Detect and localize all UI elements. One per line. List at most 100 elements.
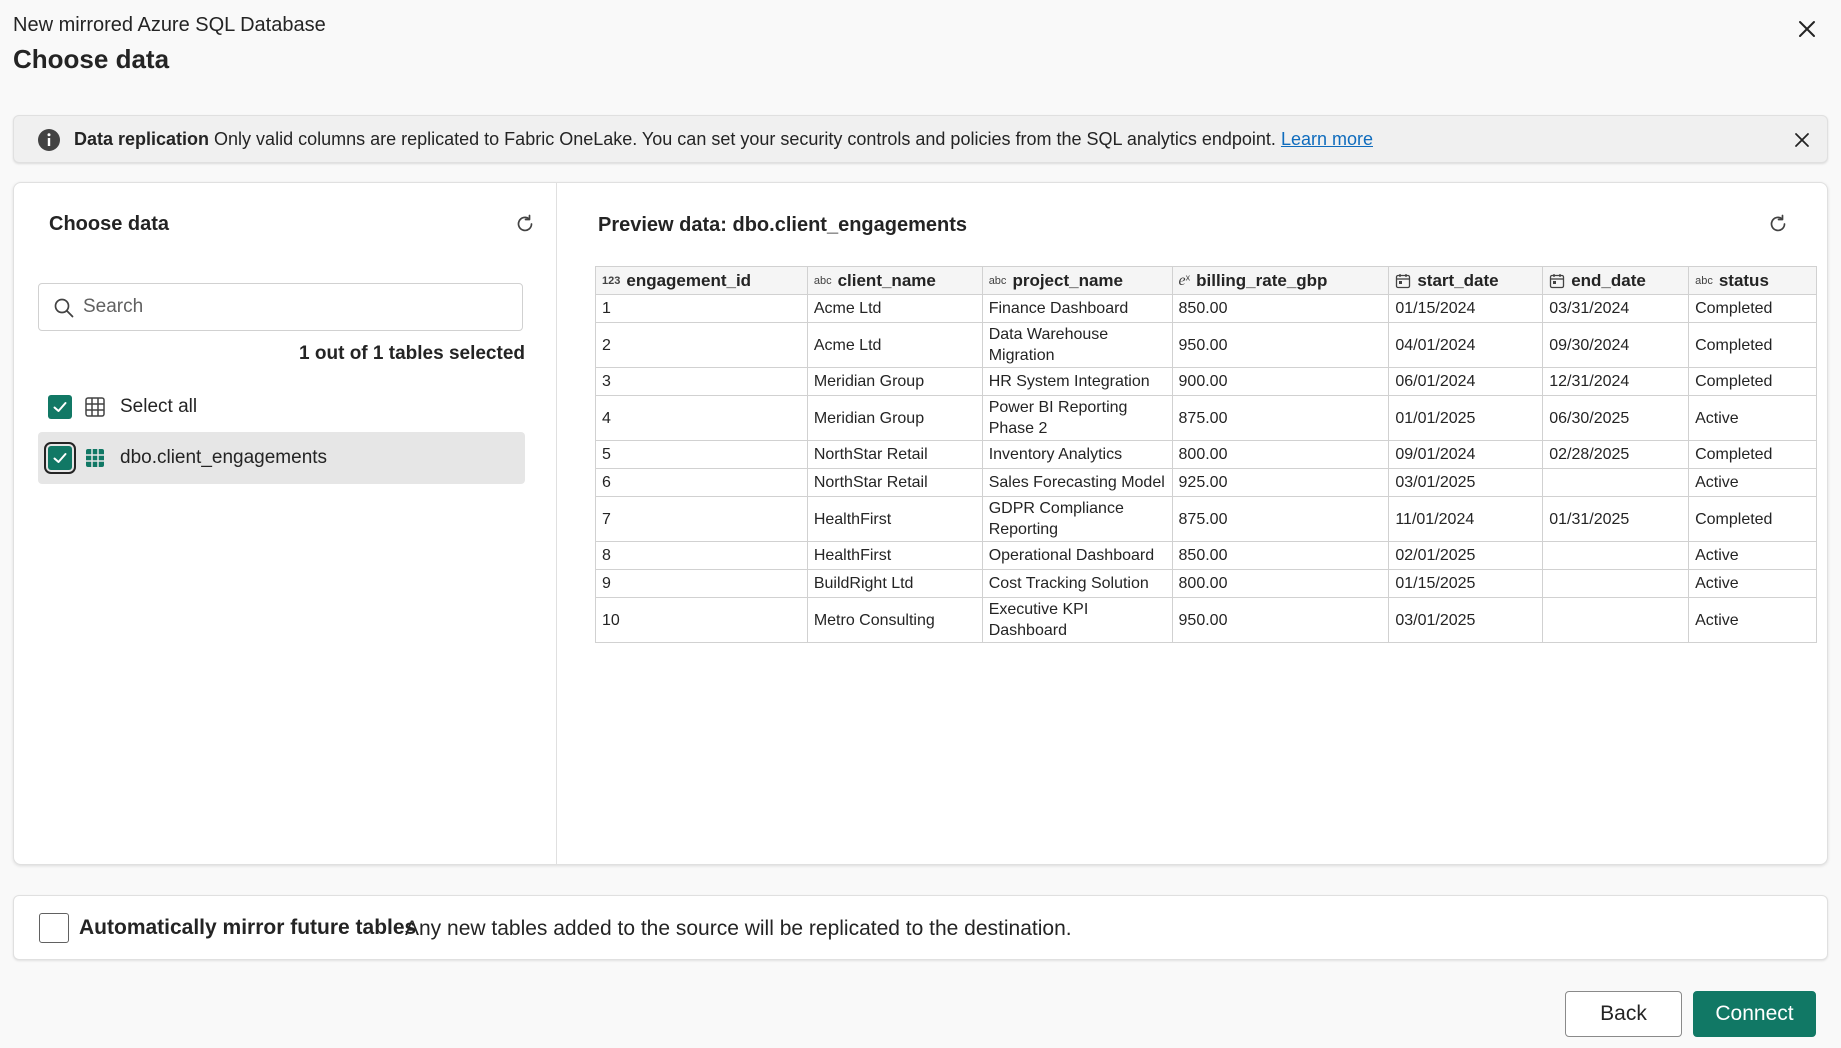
table-cell: Acme Ltd: [806, 294, 983, 323]
close-dialog-button[interactable]: [1792, 14, 1822, 44]
table-cell: 925.00: [1171, 468, 1390, 497]
checkmark-icon: [53, 402, 67, 412]
table-cell: NorthStar Retail: [806, 440, 983, 469]
table-header-row: 123 engagement_id abc client_name abc project…: [595, 266, 1817, 295]
search-input[interactable]: [83, 292, 503, 322]
close-icon: [1799, 21, 1815, 37]
table-cell: 01/15/2025: [1388, 569, 1544, 598]
table-cell: 06/30/2025: [1542, 395, 1690, 441]
dismiss-banner-button[interactable]: [1791, 129, 1813, 151]
table-cell: HR System Integration: [981, 367, 1173, 396]
table-cell: 04/01/2024: [1388, 322, 1544, 368]
table-row: 6 NorthStar Retail Sales Forecasting Model…: [595, 468, 1817, 497]
main-card: Choose data 1 out of 1 tables selected: [13, 182, 1828, 865]
table-cell: 3: [595, 367, 808, 396]
select-all-item[interactable]: Select all: [38, 381, 525, 433]
table-icon: [86, 449, 104, 467]
table-cell: 01/15/2024: [1388, 294, 1544, 323]
table-row: 10 Metro Consulting Executive KPI Dashboar…: [595, 597, 1817, 643]
table-cell: 03/01/2025: [1388, 597, 1544, 643]
info-icon: [38, 129, 60, 151]
table-cell: 4: [595, 395, 808, 441]
table-cell: 01/01/2025: [1388, 395, 1544, 441]
refresh-tables-button[interactable]: [514, 213, 536, 235]
table-cell: 875.00: [1171, 395, 1390, 441]
search-box: [38, 283, 523, 331]
table-cell: 09/30/2024: [1542, 322, 1690, 368]
column-header-label: project_name: [1012, 270, 1123, 290]
mirror-option-card: Automatically mirror future tables Any n…: [13, 895, 1828, 960]
table-cell: Data Warehouse Migration: [981, 322, 1173, 368]
table-row: 8 HealthFirst Operational Dashboard 850.00 0…: [595, 541, 1817, 570]
connect-button[interactable]: Connect: [1693, 991, 1816, 1037]
column-header-3[interactable]: ex billing_rate_gbp: [1171, 266, 1390, 295]
table-cell: Inventory Analytics: [981, 440, 1173, 469]
table-cell: 02/01/2025: [1388, 541, 1544, 570]
table-cell: 875.00: [1171, 496, 1390, 542]
table-row: 9 BuildRight Ltd Cost Tracking Solution 800…: [595, 569, 1817, 598]
refresh-icon: [1770, 214, 1786, 232]
table-row: 3 Meridian Group HR System Integration 900.…: [595, 367, 1817, 396]
table-cell: Meridian Group: [806, 367, 983, 396]
table-cell: 950.00: [1171, 597, 1390, 643]
table-cell: 9: [595, 569, 808, 598]
column-header-6[interactable]: abc status: [1688, 266, 1817, 295]
table-cell: 5: [595, 440, 808, 469]
mirror-future-checkbox[interactable]: [39, 913, 69, 943]
table-cell: NorthStar Retail: [806, 468, 983, 497]
decimal-type-icon: ex: [1178, 272, 1191, 290]
table-cell: Active: [1688, 468, 1817, 497]
table-cell: HealthFirst: [806, 541, 983, 570]
table-cell: Acme Ltd: [806, 322, 983, 368]
table-cell: Completed: [1688, 367, 1817, 396]
table-cell: Finance Dashboard: [981, 294, 1173, 323]
table-cell: [1542, 468, 1690, 497]
table-label: dbo.client_engagements: [120, 447, 328, 468]
table-cell: Active: [1688, 597, 1817, 643]
column-header-1[interactable]: abc client_name: [806, 266, 983, 295]
dialog-title: Choose data: [13, 44, 170, 74]
mirror-future-label: Automatically mirror future tables: [79, 916, 417, 939]
refresh-icon: [517, 214, 533, 232]
table-row: 4 Meridian Group Power BI Reporting Phase …: [595, 395, 1817, 441]
info-banner: Data replication Only valid columns are …: [13, 115, 1828, 163]
column-header-label: status: [1718, 270, 1769, 290]
column-header-0[interactable]: 123 engagement_id: [595, 266, 808, 295]
table-cell: 2: [595, 322, 808, 368]
table-cell: 850.00: [1171, 541, 1390, 570]
table-item-client-engagements[interactable]: dbo.client_engagements: [38, 432, 525, 484]
selection-count: 1 out of 1 tables selected: [299, 343, 525, 364]
banner-message: Only valid columns are replicated to Fab…: [209, 129, 1281, 149]
text-type-icon: abc: [1695, 275, 1713, 288]
table-cell: 850.00: [1171, 294, 1390, 323]
column-header-5[interactable]: end_date: [1542, 266, 1690, 295]
checkmark-icon: [53, 453, 67, 463]
table-cell: [1542, 569, 1690, 598]
dialog-subtitle: New mirrored Azure SQL Database: [13, 14, 326, 36]
table-cell: 800.00: [1171, 569, 1390, 598]
learn-more-link[interactable]: Learn more: [1281, 129, 1373, 149]
table-cell: Cost Tracking Solution: [981, 569, 1173, 598]
table-cell: 800.00: [1171, 440, 1390, 469]
choose-data-title: Choose data: [49, 213, 170, 235]
text-type-icon: abc: [813, 275, 832, 288]
back-button[interactable]: Back: [1565, 991, 1682, 1037]
column-header-label: billing_rate_gbp: [1196, 270, 1328, 290]
table-cell: Completed: [1688, 440, 1817, 469]
mirror-future-description: Any new tables added to the source will …: [405, 917, 1072, 940]
table-cell: 900.00: [1171, 367, 1390, 396]
table-checkbox[interactable]: [44, 442, 76, 474]
refresh-preview-button[interactable]: [1767, 213, 1789, 235]
table-cell: 03/01/2025: [1388, 468, 1544, 497]
select-all-checkbox[interactable]: [48, 395, 72, 419]
table-row: 1 Acme Ltd Finance Dashboard 850.00 01/15/20…: [595, 294, 1817, 323]
table-cell: Active: [1688, 395, 1817, 441]
table-cell: Metro Consulting: [806, 597, 983, 643]
close-icon: [1795, 133, 1809, 147]
column-header-2[interactable]: abc project_name: [981, 266, 1173, 295]
table-row: 5 NorthStar Retail Inventory Analytics 800.…: [595, 440, 1817, 469]
table-row: 7 HealthFirst GDPR Compliance Reporting 875…: [595, 496, 1817, 542]
column-header-4[interactable]: start_date: [1388, 266, 1544, 295]
preview-title: Preview data: dbo.client_engagements: [598, 214, 967, 236]
table-cell: 6: [595, 468, 808, 497]
